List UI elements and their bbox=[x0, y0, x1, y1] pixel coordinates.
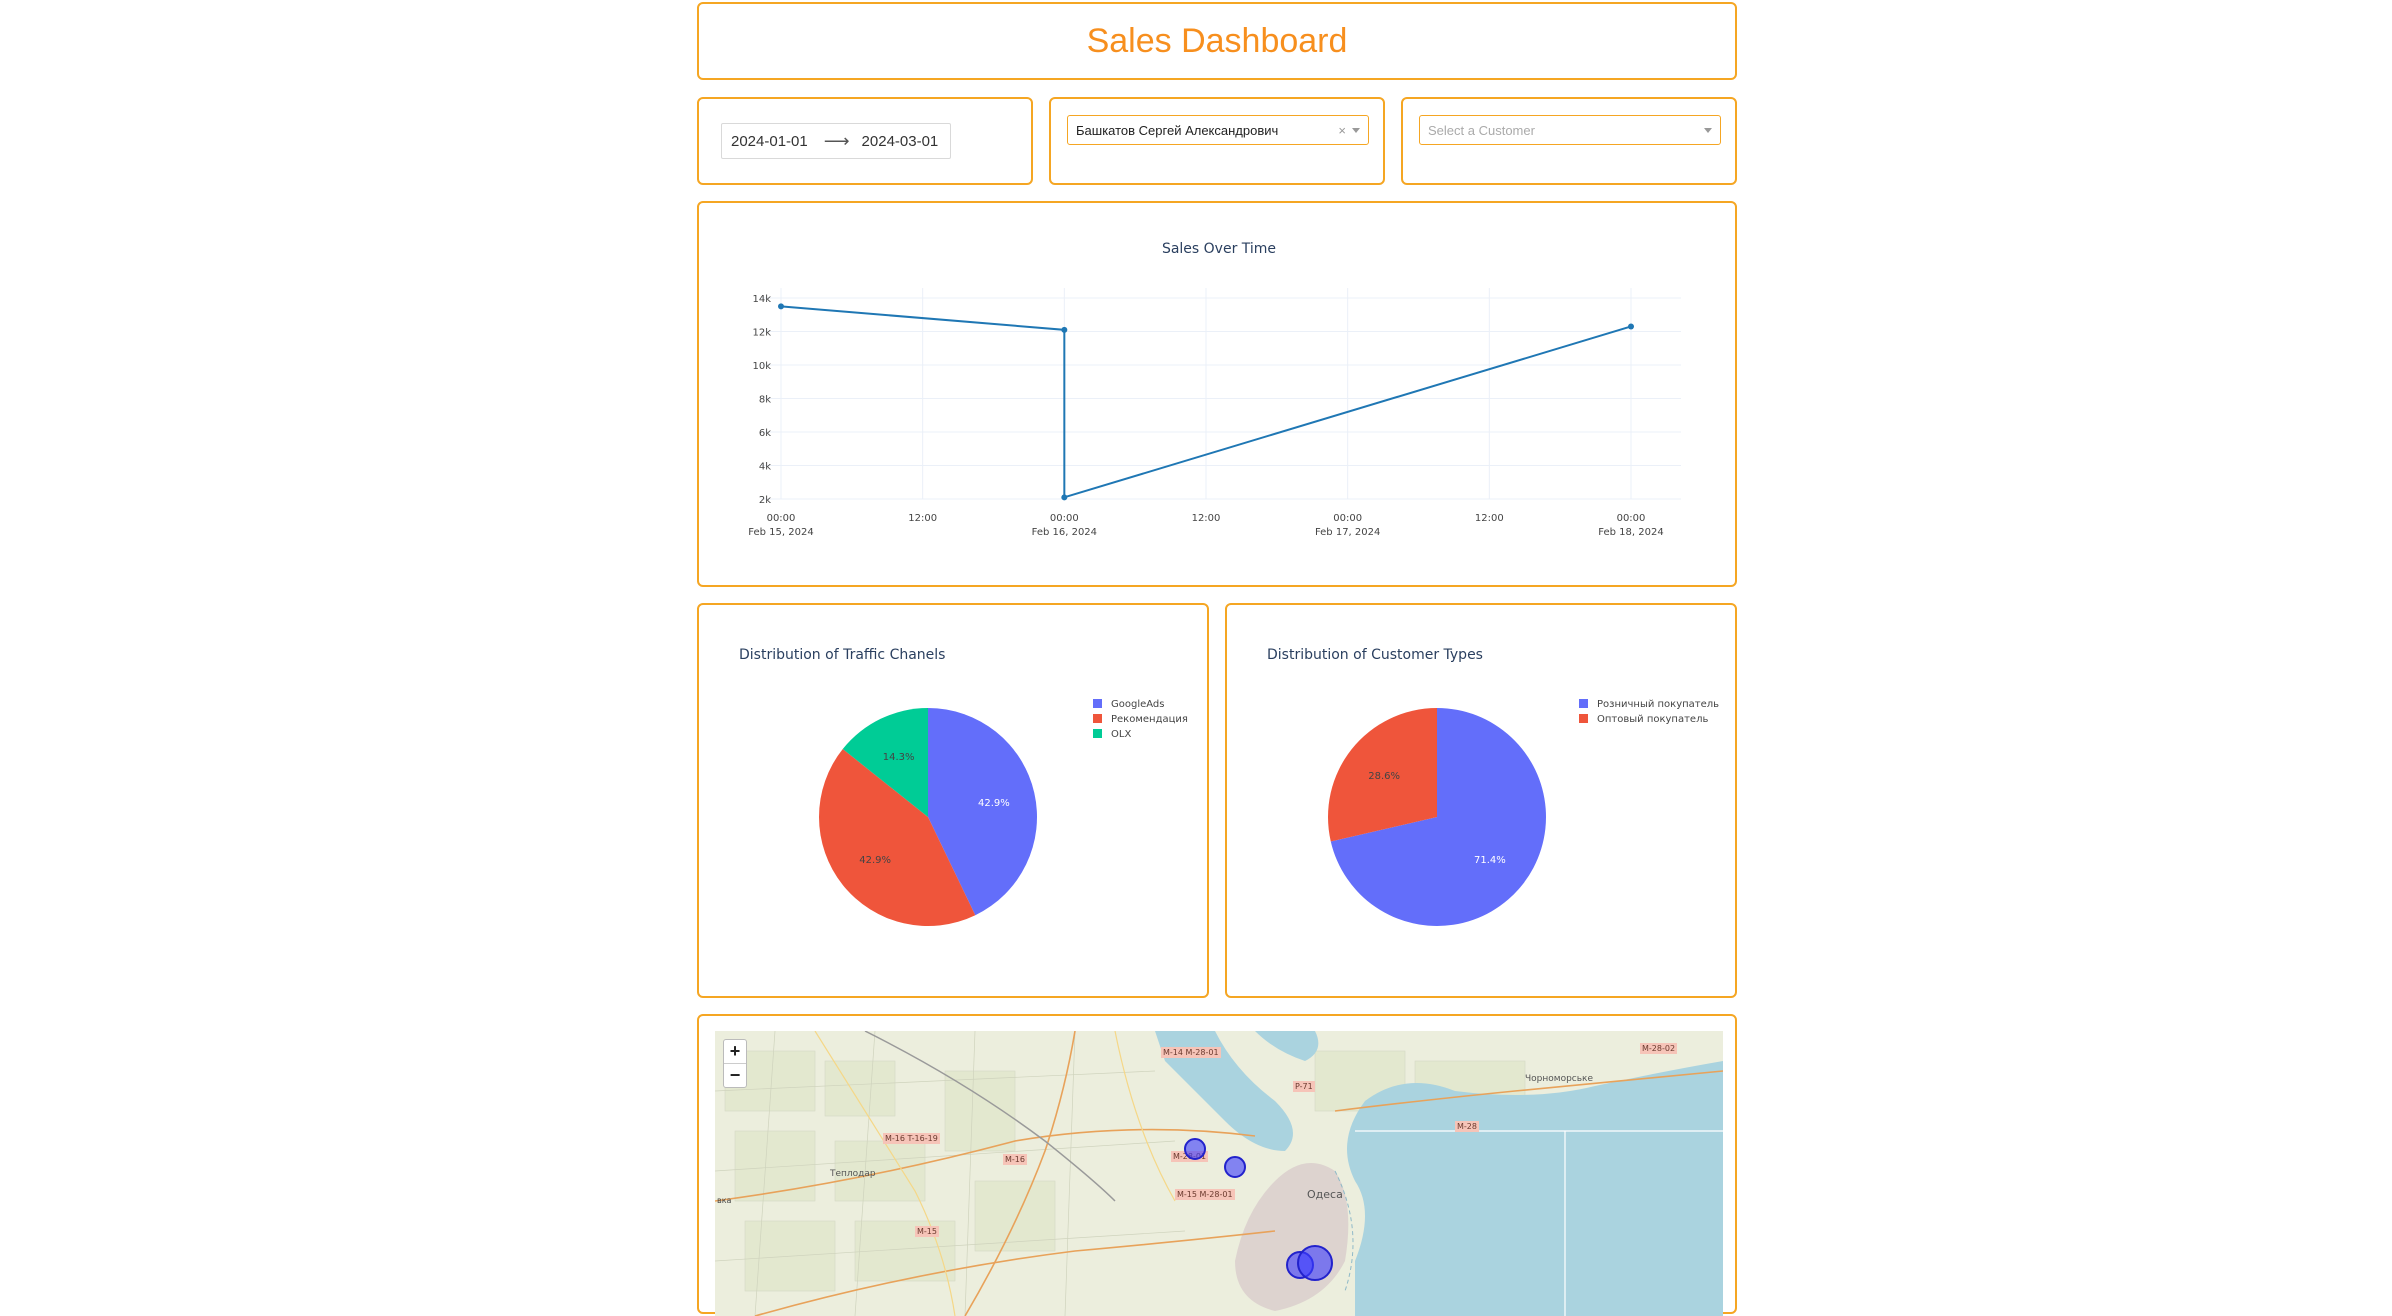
road-label: M-15 bbox=[915, 1226, 939, 1237]
legend-swatch bbox=[1093, 729, 1102, 738]
road-label: M-15 M-28-01 bbox=[1175, 1189, 1235, 1200]
y-tick-label: 6k bbox=[759, 428, 771, 439]
x-tick-label: 12:00 bbox=[908, 513, 937, 524]
y-tick-label: 14k bbox=[752, 294, 771, 305]
x-tick-date-label: Feb 16, 2024 bbox=[1032, 527, 1097, 538]
map-card: M-16 T-16-19 M-14 M-28-01 M-28-02 P-71 M… bbox=[697, 1014, 1737, 1316]
x-tick-label: 00:00 bbox=[1617, 513, 1646, 524]
date-range-picker[interactable]: 2024-01-01 ⟶ 2024-03-01 bbox=[721, 123, 951, 159]
page-title: Sales Dashboard bbox=[1086, 22, 1348, 60]
zoom-out-button[interactable]: − bbox=[724, 1063, 746, 1087]
legend-label[interactable]: Рекомендация bbox=[1111, 714, 1188, 725]
line-data-point[interactable] bbox=[778, 303, 784, 310]
pie-slice-label: 14.3% bbox=[883, 752, 915, 763]
customer-types-card: Distribution of Customer Types 71.4% 28.6… bbox=[1225, 603, 1737, 998]
place-label: Теплодар bbox=[830, 1169, 876, 1179]
road-label: M-16 bbox=[1003, 1154, 1027, 1165]
date-filter-card: 2024-01-01 ⟶ 2024-03-01 bbox=[697, 97, 1033, 185]
map-marker[interactable] bbox=[1184, 1138, 1206, 1160]
pie2-title: Distribution of Customer Types bbox=[1267, 647, 1483, 663]
clear-icon[interactable]: × bbox=[1338, 123, 1346, 138]
line-data-point[interactable] bbox=[1061, 494, 1068, 501]
legend-swatch bbox=[1093, 714, 1102, 723]
customer-map[interactable]: M-16 T-16-19 M-14 M-28-01 M-28-02 P-71 M… bbox=[715, 1031, 1723, 1316]
customer-select-placeholder: Select a Customer bbox=[1428, 122, 1535, 138]
employee-filter-card: Башкатов Сергей Александрович × bbox=[1049, 97, 1385, 185]
road-label: M-28 bbox=[1455, 1121, 1479, 1132]
customer-filter-card: Select a Customer bbox=[1401, 97, 1737, 185]
map-marker[interactable] bbox=[1297, 1245, 1333, 1281]
y-tick-label: 8k bbox=[759, 395, 771, 406]
road-label: M-28-02 bbox=[1640, 1043, 1678, 1054]
place-label: Чорноморське bbox=[1525, 1074, 1594, 1084]
pie-slice-label: 42.9% bbox=[978, 798, 1010, 809]
chevron-down-icon[interactable] bbox=[1704, 127, 1712, 133]
pie-slice-label: 42.9% bbox=[859, 855, 891, 866]
x-tick-label: 12:00 bbox=[1192, 513, 1221, 524]
sales-over-time-chart[interactable]: Sales Over Time 2k 4k 6k 8k 10k 12k 14k 00:00 F… bbox=[699, 203, 1735, 585]
place-label: вка bbox=[717, 1196, 732, 1205]
y-tick-label: 12k bbox=[752, 328, 771, 339]
traffic-channels-card: Distribution of Traffic Chanels 42.9% 42.… bbox=[697, 603, 1209, 998]
traffic-channels-chart[interactable]: Distribution of Traffic Chanels 42.9% 42.… bbox=[699, 605, 1207, 996]
road-label: P-71 bbox=[1293, 1081, 1315, 1092]
x-tick-date-label: Feb 18, 2024 bbox=[1598, 527, 1663, 538]
legend-swatch bbox=[1579, 699, 1588, 708]
zoom-control: + − bbox=[723, 1039, 747, 1088]
pie-slice-label: 28.6% bbox=[1368, 771, 1400, 782]
y-tick-label: 2k bbox=[759, 495, 771, 506]
title-card: Sales Dashboard bbox=[697, 2, 1737, 80]
road-label: M-14 M-28-01 bbox=[1161, 1047, 1221, 1058]
legend-swatch bbox=[1093, 699, 1102, 708]
road-label: M-16 T-16-19 bbox=[883, 1133, 940, 1144]
legend-swatch bbox=[1579, 714, 1588, 723]
employee-select-value: Башкатов Сергей Александрович bbox=[1076, 122, 1279, 138]
arrow-right-icon: ⟶ bbox=[823, 130, 850, 151]
x-tick-label: 12:00 bbox=[1475, 513, 1504, 524]
legend-label[interactable]: Оптовый покупатель bbox=[1597, 714, 1708, 725]
customer-types-chart[interactable]: Distribution of Customer Types 71.4% 28.6… bbox=[1227, 605, 1735, 996]
x-tick-label: 00:00 bbox=[1050, 513, 1079, 524]
x-tick-label: 00:00 bbox=[767, 513, 796, 524]
x-tick-label: 00:00 bbox=[1333, 513, 1362, 524]
legend-label[interactable]: Розничный покупатель bbox=[1597, 699, 1719, 710]
line-data-point[interactable] bbox=[1061, 326, 1068, 333]
x-tick-date-label: Feb 15, 2024 bbox=[748, 527, 813, 538]
line-data-point[interactable] bbox=[1628, 323, 1634, 330]
y-tick-label: 4k bbox=[759, 462, 771, 473]
legend-label[interactable]: OLX bbox=[1111, 729, 1131, 740]
x-tick-date-label: Feb 17, 2024 bbox=[1315, 527, 1380, 538]
zoom-in-button[interactable]: + bbox=[724, 1040, 746, 1063]
y-tick-label: 10k bbox=[752, 361, 771, 372]
employee-select[interactable]: Башкатов Сергей Александрович × bbox=[1067, 115, 1369, 145]
pie1-title: Distribution of Traffic Chanels bbox=[739, 647, 945, 663]
sales-over-time-card: Sales Over Time 2k 4k 6k 8k 10k 12k 14k 00:00 F… bbox=[697, 201, 1737, 587]
customer-select[interactable]: Select a Customer bbox=[1419, 115, 1721, 145]
pie-slice-label: 71.4% bbox=[1474, 855, 1506, 866]
end-date-input[interactable]: 2024-03-01 bbox=[862, 133, 939, 150]
line-chart-title: Sales Over Time bbox=[1162, 241, 1276, 257]
chevron-down-icon[interactable] bbox=[1352, 127, 1360, 133]
legend-label[interactable]: GoogleAds bbox=[1111, 699, 1165, 710]
place-label: Одеса bbox=[1307, 1188, 1343, 1201]
start-date-input[interactable]: 2024-01-01 bbox=[731, 133, 808, 150]
map-marker[interactable] bbox=[1224, 1156, 1246, 1178]
